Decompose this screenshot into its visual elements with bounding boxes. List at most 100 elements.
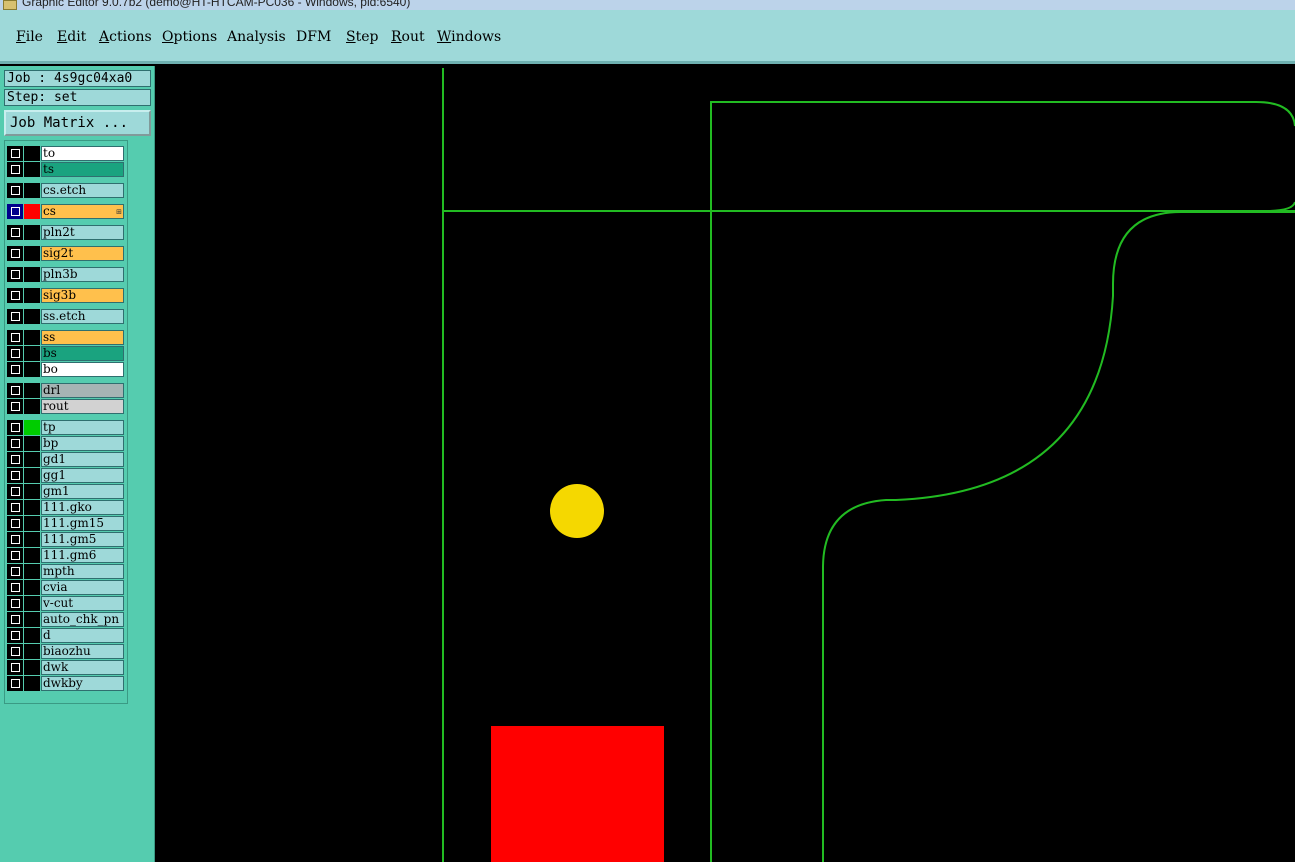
layer-display-checkbox[interactable] <box>7 628 23 643</box>
layer-name[interactable]: pln2t <box>41 225 124 240</box>
menu-dfm[interactable]: DFM <box>296 29 331 45</box>
layer-name[interactable]: dwk <box>41 660 124 675</box>
layer-row-bo[interactable]: bo <box>7 362 127 377</box>
layer-row-ss[interactable]: ss <box>7 330 127 345</box>
menu-file[interactable]: File <box>16 29 43 45</box>
layer-name[interactable]: cs.etch <box>41 183 124 198</box>
layer-affected-toggle[interactable] <box>24 162 40 177</box>
layer-affected-toggle[interactable] <box>24 452 40 467</box>
menu-windows[interactable]: Windows <box>437 29 501 45</box>
layer-row-sig2t[interactable]: sig2t <box>7 246 127 261</box>
layer-name[interactable]: tp <box>41 420 124 435</box>
layer-display-checkbox[interactable] <box>7 267 23 282</box>
layer-row-ts[interactable]: ts <box>7 162 127 177</box>
layer-name[interactable]: drl <box>41 383 124 398</box>
layer-affected-toggle[interactable] <box>24 500 40 515</box>
layer-affected-toggle[interactable] <box>24 346 40 361</box>
layer-row-d[interactable]: d <box>7 628 127 643</box>
layer-affected-toggle[interactable] <box>24 644 40 659</box>
layer-display-checkbox[interactable] <box>7 580 23 595</box>
layer-affected-toggle[interactable] <box>24 532 40 547</box>
layer-display-checkbox[interactable] <box>7 383 23 398</box>
layer-affected-toggle[interactable] <box>24 309 40 324</box>
layer-display-checkbox[interactable] <box>7 225 23 240</box>
layer-row-dwkby[interactable]: dwkby <box>7 676 127 691</box>
layer-row-cvia[interactable]: cvia <box>7 580 127 595</box>
layer-name[interactable]: gm1 <box>41 484 124 499</box>
layer-name[interactable]: bs <box>41 346 124 361</box>
layer-affected-toggle[interactable] <box>24 225 40 240</box>
layer-name[interactable]: mpth <box>41 564 124 579</box>
layer-display-checkbox[interactable] <box>7 436 23 451</box>
layer-display-checkbox[interactable] <box>7 596 23 611</box>
layer-row-pln3b[interactable]: pln3b <box>7 267 127 282</box>
layer-display-checkbox[interactable] <box>7 484 23 499</box>
layer-affected-toggle[interactable] <box>24 596 40 611</box>
layer-affected-toggle[interactable] <box>24 628 40 643</box>
layer-row-111-gko[interactable]: 111.gko <box>7 500 127 515</box>
menu-edit[interactable]: Edit <box>57 29 86 45</box>
layer-affected-toggle[interactable] <box>24 204 40 219</box>
layer-display-checkbox[interactable] <box>7 676 23 691</box>
layer-row-mpth[interactable]: mpth <box>7 564 127 579</box>
layer-affected-toggle[interactable] <box>24 146 40 161</box>
layer-row-ss-etch[interactable]: ss.etch <box>7 309 127 324</box>
layer-affected-toggle[interactable] <box>24 612 40 627</box>
layer-affected-toggle[interactable] <box>24 383 40 398</box>
layer-display-checkbox[interactable] <box>7 644 23 659</box>
layer-name[interactable]: 111.gm6 <box>41 548 124 563</box>
layer-row-biaozhu[interactable]: biaozhu <box>7 644 127 659</box>
layer-display-checkbox[interactable] <box>7 420 23 435</box>
layer-name[interactable]: auto_chk_pn <box>41 612 124 627</box>
layer-display-checkbox[interactable] <box>7 452 23 467</box>
layer-row-rout[interactable]: rout <box>7 399 127 414</box>
layer-affected-toggle[interactable] <box>24 330 40 345</box>
layer-name[interactable]: sig3b <box>41 288 124 303</box>
layer-row-gm1[interactable]: gm1 <box>7 484 127 499</box>
layer-display-checkbox[interactable] <box>7 309 23 324</box>
layer-row-drl[interactable]: drl <box>7 383 127 398</box>
layer-row-bp[interactable]: bp <box>7 436 127 451</box>
layer-row-dwk[interactable]: dwk <box>7 660 127 675</box>
layer-name[interactable]: to <box>41 146 124 161</box>
layer-display-checkbox[interactable] <box>7 516 23 531</box>
layer-affected-toggle[interactable] <box>24 660 40 675</box>
layer-affected-toggle[interactable] <box>24 288 40 303</box>
layer-name[interactable]: biaozhu <box>41 644 124 659</box>
layer-row-to[interactable]: to <box>7 146 127 161</box>
layer-row-bs[interactable]: bs <box>7 346 127 361</box>
layer-name[interactable]: ss.etch <box>41 309 124 324</box>
layer-name[interactable]: v-cut <box>41 596 124 611</box>
layer-name[interactable]: d <box>41 628 124 643</box>
layer-affected-toggle[interactable] <box>24 436 40 451</box>
layer-display-checkbox[interactable] <box>7 346 23 361</box>
layer-row-pln2t[interactable]: pln2t <box>7 225 127 240</box>
layer-row-cs[interactable]: cs ⊞ <box>7 204 127 219</box>
layer-display-checkbox[interactable] <box>7 564 23 579</box>
layer-name[interactable]: 111.gko <box>41 500 124 515</box>
layer-row-sig3b[interactable]: sig3b <box>7 288 127 303</box>
layer-row-v-cut[interactable]: v-cut <box>7 596 127 611</box>
menu-options[interactable]: Options <box>162 29 217 45</box>
layer-name[interactable]: sig2t <box>41 246 124 261</box>
layer-display-checkbox[interactable] <box>7 468 23 483</box>
layer-name[interactable]: pln3b <box>41 267 124 282</box>
layer-affected-toggle[interactable] <box>24 516 40 531</box>
layer-affected-toggle[interactable] <box>24 548 40 563</box>
layer-affected-toggle[interactable] <box>24 246 40 261</box>
layer-display-checkbox[interactable] <box>7 162 23 177</box>
menu-actions[interactable]: Actions <box>99 29 152 45</box>
layer-affected-toggle[interactable] <box>24 362 40 377</box>
layer-affected-toggle[interactable] <box>24 267 40 282</box>
layer-name[interactable]: cvia <box>41 580 124 595</box>
layer-name[interactable]: bp <box>41 436 124 451</box>
layer-row-gg1[interactable]: gg1 <box>7 468 127 483</box>
layer-affected-toggle[interactable] <box>24 676 40 691</box>
layer-display-checkbox[interactable] <box>7 246 23 261</box>
layer-display-checkbox[interactable] <box>7 183 23 198</box>
layer-row-auto-chk-pn[interactable]: auto_chk_pn <box>7 612 127 627</box>
graphic-canvas[interactable] <box>156 66 1295 862</box>
layer-name[interactable]: gg1 <box>41 468 124 483</box>
layer-name[interactable]: ts <box>41 162 124 177</box>
layer-name[interactable]: ss <box>41 330 124 345</box>
